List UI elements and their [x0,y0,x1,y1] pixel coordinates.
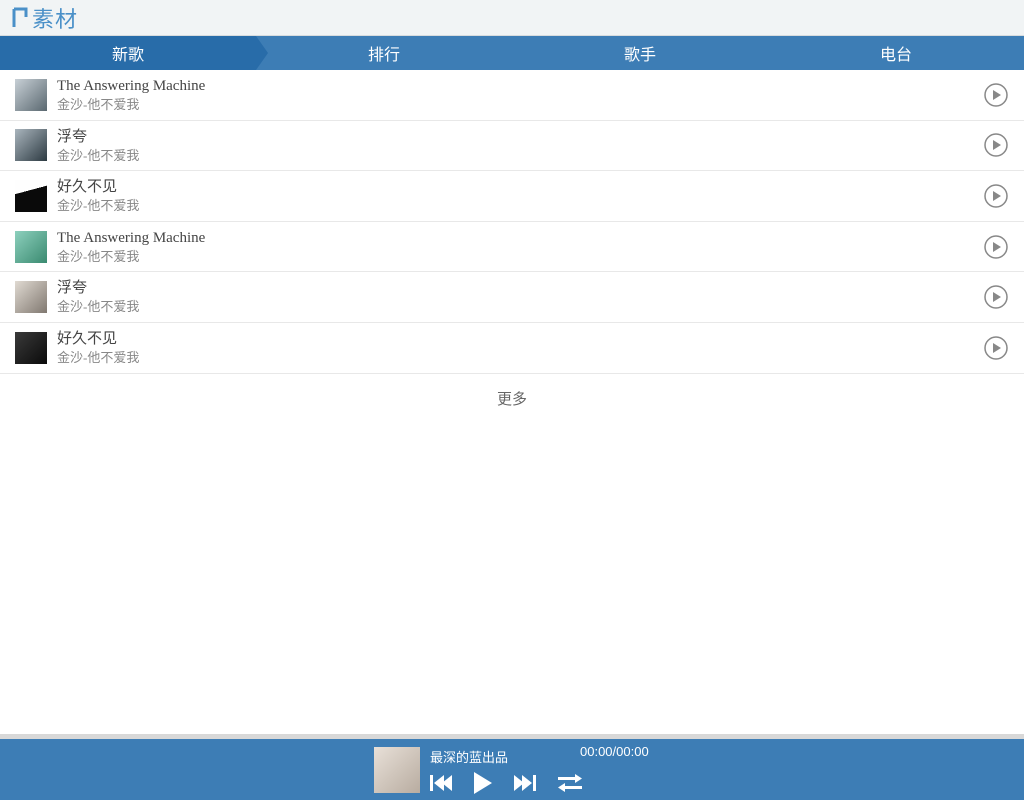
song-row[interactable]: 浮夸金沙-他不爱我 [0,272,1024,323]
song-title: 浮夸 [57,128,983,146]
player-info: 最深的蓝出品 [430,747,582,794]
load-more-button[interactable]: 更多 [0,374,1024,423]
tab-radio[interactable]: 电台 [768,36,1024,70]
brand-text: 素材 [32,2,78,34]
play-icon[interactable] [474,772,492,794]
player-content: 最深的蓝出品 [374,734,582,800]
song-text: 好久不见金沙-他不爱我 [57,330,983,366]
song-thumb [15,281,47,313]
progress-bar[interactable] [0,734,1024,739]
song-list: The Answering Machine金沙-他不爱我浮夸金沙-他不爱我好久不… [0,70,1024,374]
song-thumb [15,79,47,111]
song-row[interactable]: The Answering Machine 金沙-他不爱我 [0,70,1024,121]
song-row[interactable]: 好久不见金沙-他不爱我 [0,323,1024,374]
song-row[interactable]: 浮夸金沙-他不爱我 [0,121,1024,172]
now-playing-title: 最深的蓝出品 [430,747,582,766]
app-header: 素材 [0,0,1024,36]
song-row[interactable]: The Answering Machine 金沙-他不爱我 [0,222,1024,273]
song-title: The Answering Machine [57,77,983,95]
prev-icon[interactable] [430,774,452,792]
song-title: The Answering Machine [57,229,983,247]
song-subtitle: 金沙-他不爱我 [57,249,983,265]
song-text: 浮夸金沙-他不爱我 [57,128,983,164]
play-icon[interactable] [983,284,1009,310]
song-subtitle: 金沙-他不爱我 [57,148,983,164]
song-text: The Answering Machine 金沙-他不爱我 [57,229,983,265]
song-row[interactable]: 好久不见金沙-他不爱我 [0,171,1024,222]
song-title: 好久不见 [57,330,983,348]
song-thumb [15,332,47,364]
tab-ranking[interactable]: 排行 [256,36,512,70]
shuffle-icon[interactable] [558,774,582,792]
song-title: 浮夸 [57,279,983,297]
song-title: 好久不见 [57,178,983,196]
tab-new-songs[interactable]: 新歌 [0,36,256,70]
brand-logo: 素材 [12,2,78,34]
song-subtitle: 金沙-他不爱我 [57,97,983,113]
player-controls [430,772,582,794]
song-text: 浮夸金沙-他不爱我 [57,279,983,315]
time-display: 00:00/00:00 [580,744,649,759]
tab-artist[interactable]: 歌手 [512,36,768,70]
song-text: 好久不见金沙-他不爱我 [57,178,983,214]
player-bar: 00:00/00:00 最深的蓝出品 [0,734,1024,800]
play-icon[interactable] [983,234,1009,260]
player-album-thumb[interactable] [374,747,420,793]
play-icon[interactable] [983,132,1009,158]
logo-icon [12,7,30,29]
song-thumb [15,231,47,263]
song-text: The Answering Machine 金沙-他不爱我 [57,77,983,113]
song-subtitle: 金沙-他不爱我 [57,198,983,214]
song-thumb [15,180,47,212]
song-subtitle: 金沙-他不爱我 [57,299,983,315]
play-icon[interactable] [983,183,1009,209]
song-thumb [15,129,47,161]
play-icon[interactable] [983,82,1009,108]
nav-tabs: 新歌 排行 歌手 电台 [0,36,1024,70]
song-subtitle: 金沙-他不爱我 [57,350,983,366]
play-icon[interactable] [983,335,1009,361]
next-icon[interactable] [514,774,536,792]
